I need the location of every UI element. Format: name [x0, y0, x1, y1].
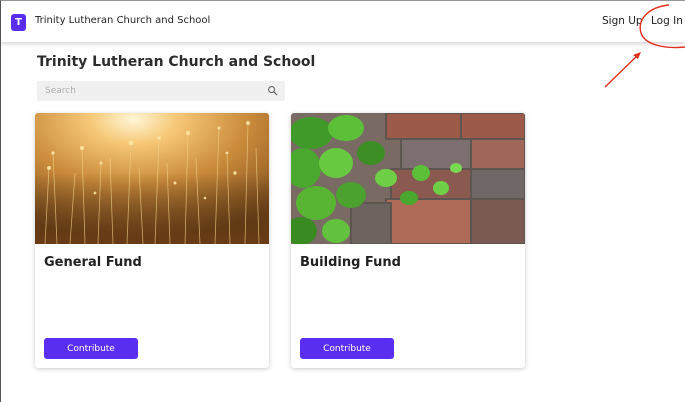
- annotation-arrow: [604, 54, 639, 88]
- church-logo[interactable]: T: [11, 14, 26, 31]
- search-input[interactable]: [37, 81, 265, 101]
- fund-card-building[interactable]: Building Fund Contribute: [291, 113, 525, 368]
- browser-viewport: T Trinity Lutheran Church and School Sig…: [0, 0, 685, 402]
- fund-card-general[interactable]: General Fund Contribute: [35, 113, 269, 368]
- contribute-button[interactable]: Contribute: [44, 338, 138, 359]
- general-fund-image: [35, 113, 269, 244]
- log-in-link[interactable]: Log In: [651, 15, 683, 27]
- fund-title: General Fund: [44, 255, 142, 270]
- top-navbar: T Trinity Lutheran Church and School Sig…: [1, 1, 685, 42]
- fund-title: Building Fund: [300, 255, 401, 270]
- page-title: Trinity Lutheran Church and School: [37, 54, 316, 70]
- search-icon[interactable]: [267, 85, 278, 96]
- search-box[interactable]: [37, 81, 285, 101]
- org-name-link[interactable]: Trinity Lutheran Church and School: [35, 15, 210, 26]
- contribute-button[interactable]: Contribute: [300, 338, 394, 359]
- building-fund-image: [291, 113, 525, 244]
- arrow-head-icon: [633, 52, 641, 59]
- sign-up-link[interactable]: Sign Up: [602, 15, 643, 27]
